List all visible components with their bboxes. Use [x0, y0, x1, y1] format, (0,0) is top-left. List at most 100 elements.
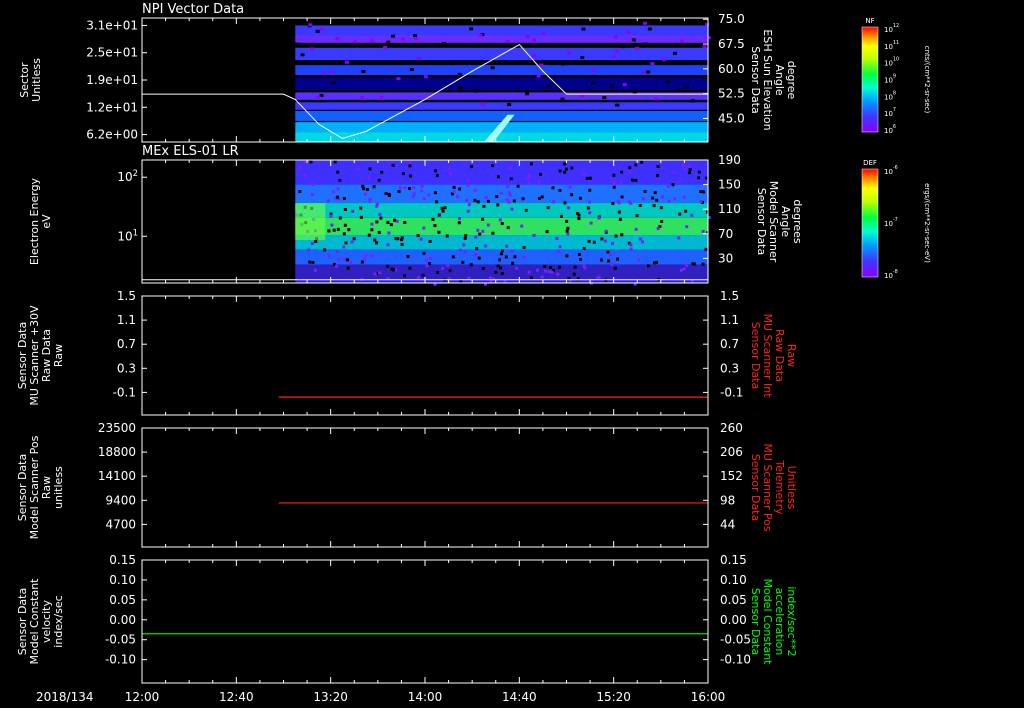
spectrogram-pixel: [631, 38, 636, 42]
spectrogram-pixel: [682, 195, 686, 199]
spectrogram-pixel: [463, 250, 467, 254]
panel-title-els: MEx ELS-01 LR: [142, 144, 239, 159]
spectrogram-pixel: [640, 160, 644, 164]
spectrogram-pixel: [408, 164, 412, 168]
spectrogram-pixel: [611, 179, 615, 183]
spectrogram-pixel: [307, 248, 311, 252]
spectrogram-pixel: [346, 258, 350, 262]
y-tick-label: 1.2e+01: [86, 100, 138, 114]
spectrogram-pixel: [610, 262, 614, 266]
spectrogram-pixel: [356, 167, 360, 171]
spectrogram-pixel: [676, 88, 681, 92]
colorbar-tick-label: 108: [884, 90, 896, 101]
spectrogram-pixel: [642, 70, 647, 74]
spectrogram-pixel: [563, 201, 567, 205]
spectrogram-pixel: [329, 214, 333, 218]
y-tick-label-right: 0.3: [720, 361, 739, 375]
spectrogram-pixel: [440, 206, 444, 210]
spectrogram-pixel: [561, 62, 566, 66]
spectrogram-pixel: [433, 224, 437, 228]
spectrogram-pixel: [316, 95, 321, 99]
spectrogram-pixel: [506, 226, 510, 230]
spectrogram-pixel: [532, 54, 537, 58]
spectrogram-pixel: [547, 270, 551, 274]
spectrogram-pixel: [699, 199, 703, 203]
spectrogram-pixel: [478, 33, 483, 37]
y-tick-label: 23500: [98, 421, 136, 435]
spectrogram-pixel: [666, 184, 670, 188]
spectrogram-pixel: [634, 163, 638, 167]
spectrogram-pixel: [397, 190, 401, 194]
spectrogram-pixel: [634, 227, 638, 231]
spectrogram-pixel: [458, 216, 462, 220]
spectrogram-pixel: [367, 233, 371, 237]
spectrogram-pixel: [690, 213, 694, 217]
x-tick-label: 16:00: [691, 690, 726, 704]
spectrogram-pixel: [628, 170, 632, 174]
spectrogram-pixel: [446, 263, 450, 267]
spectrogram-pixel: [338, 216, 342, 220]
spectrogram-pixel: [499, 252, 503, 256]
spectrogram-pixel: [505, 198, 509, 202]
spectrogram-pixel: [510, 207, 514, 211]
spectrogram-pixel: [582, 247, 586, 251]
spectrogram-pixel: [435, 200, 439, 204]
spectrogram-pixel: [621, 45, 626, 49]
spectrogram-pixel: [477, 256, 481, 260]
y-tick-label-right: 110: [718, 202, 741, 216]
spectrogram-pixel: [443, 206, 447, 210]
spectrogram-pixel: [565, 229, 569, 233]
spectrogram-pixel: [379, 216, 383, 220]
spectrogram-pixel: [475, 246, 479, 250]
spectrogram-pixel: [587, 200, 591, 204]
spectrogram-pixel: [513, 255, 517, 259]
y-axis-title-right: Model Constant: [761, 579, 774, 666]
y-axis-title-right: Sensor Data: [749, 454, 762, 521]
spectrogram-pixel: [504, 255, 508, 259]
spectrogram-pixel: [315, 29, 320, 33]
spectrogram-pixel: [441, 41, 446, 45]
spectrogram-pixel: [377, 230, 381, 234]
spectrogram-pixel: [470, 165, 474, 169]
spectrogram-pixel: [527, 173, 531, 177]
y-tick-label: 0.05: [109, 593, 136, 607]
y-tick-label-right: 70: [718, 227, 733, 241]
spectrogram-pixel: [486, 223, 490, 227]
spectrogram-pixel: [499, 266, 503, 270]
chart-canvas: 3.1e+01 2.5e+01 1.9e+01 1.2e+01 6.2e+00 75.0 6…: [16, 2, 931, 704]
spectrogram-pixel: [537, 180, 541, 184]
spectrogram-pixel: [490, 66, 495, 70]
y-tick-label: 0.10: [109, 573, 136, 587]
spectrogram-pixel: [386, 40, 391, 44]
spectrogram-pixel: [408, 266, 412, 270]
y-tick-label: 101: [117, 227, 138, 243]
spectrogram-pixel: [406, 255, 410, 259]
spectrogram-pixel: [344, 60, 349, 64]
spectrogram-pixel: [612, 185, 616, 189]
spectrogram-pixel: [451, 182, 455, 186]
y-tick-label-right: 0.7: [720, 337, 739, 351]
spectrogram-pixel: [335, 37, 340, 41]
spectrogram-pixel: [343, 223, 347, 227]
y-tick-label-right: -0.10: [720, 653, 751, 667]
spectrogram-pixel: [678, 212, 682, 216]
spectrogram-pixel: [619, 180, 623, 184]
spectrogram-pixel: [344, 241, 348, 245]
spectrogram-pixel: [416, 276, 420, 280]
spectrogram-pixel: [611, 202, 615, 206]
y-tick-label-right: 0.10: [720, 573, 747, 587]
spectrogram-pixel: [555, 236, 559, 240]
spectrogram-pixel: [506, 184, 510, 188]
x-tick-label: 15:20: [596, 690, 631, 704]
spectrogram-pixel: [462, 243, 466, 247]
spectrogram-pixel: [384, 192, 388, 196]
spectrogram-pixel: [582, 172, 586, 176]
spectrogram-pixel: [680, 39, 685, 43]
spectrogram-pixel: [467, 276, 471, 280]
spectrogram-pixel: [360, 96, 365, 100]
spectrogram-pixel: [541, 43, 546, 47]
spectrogram-pixel: [500, 271, 504, 275]
y-tick-label: 1.1: [117, 313, 136, 327]
spectrogram-pixel: [563, 162, 567, 166]
y-tick-label-right: 52.5: [718, 87, 745, 101]
